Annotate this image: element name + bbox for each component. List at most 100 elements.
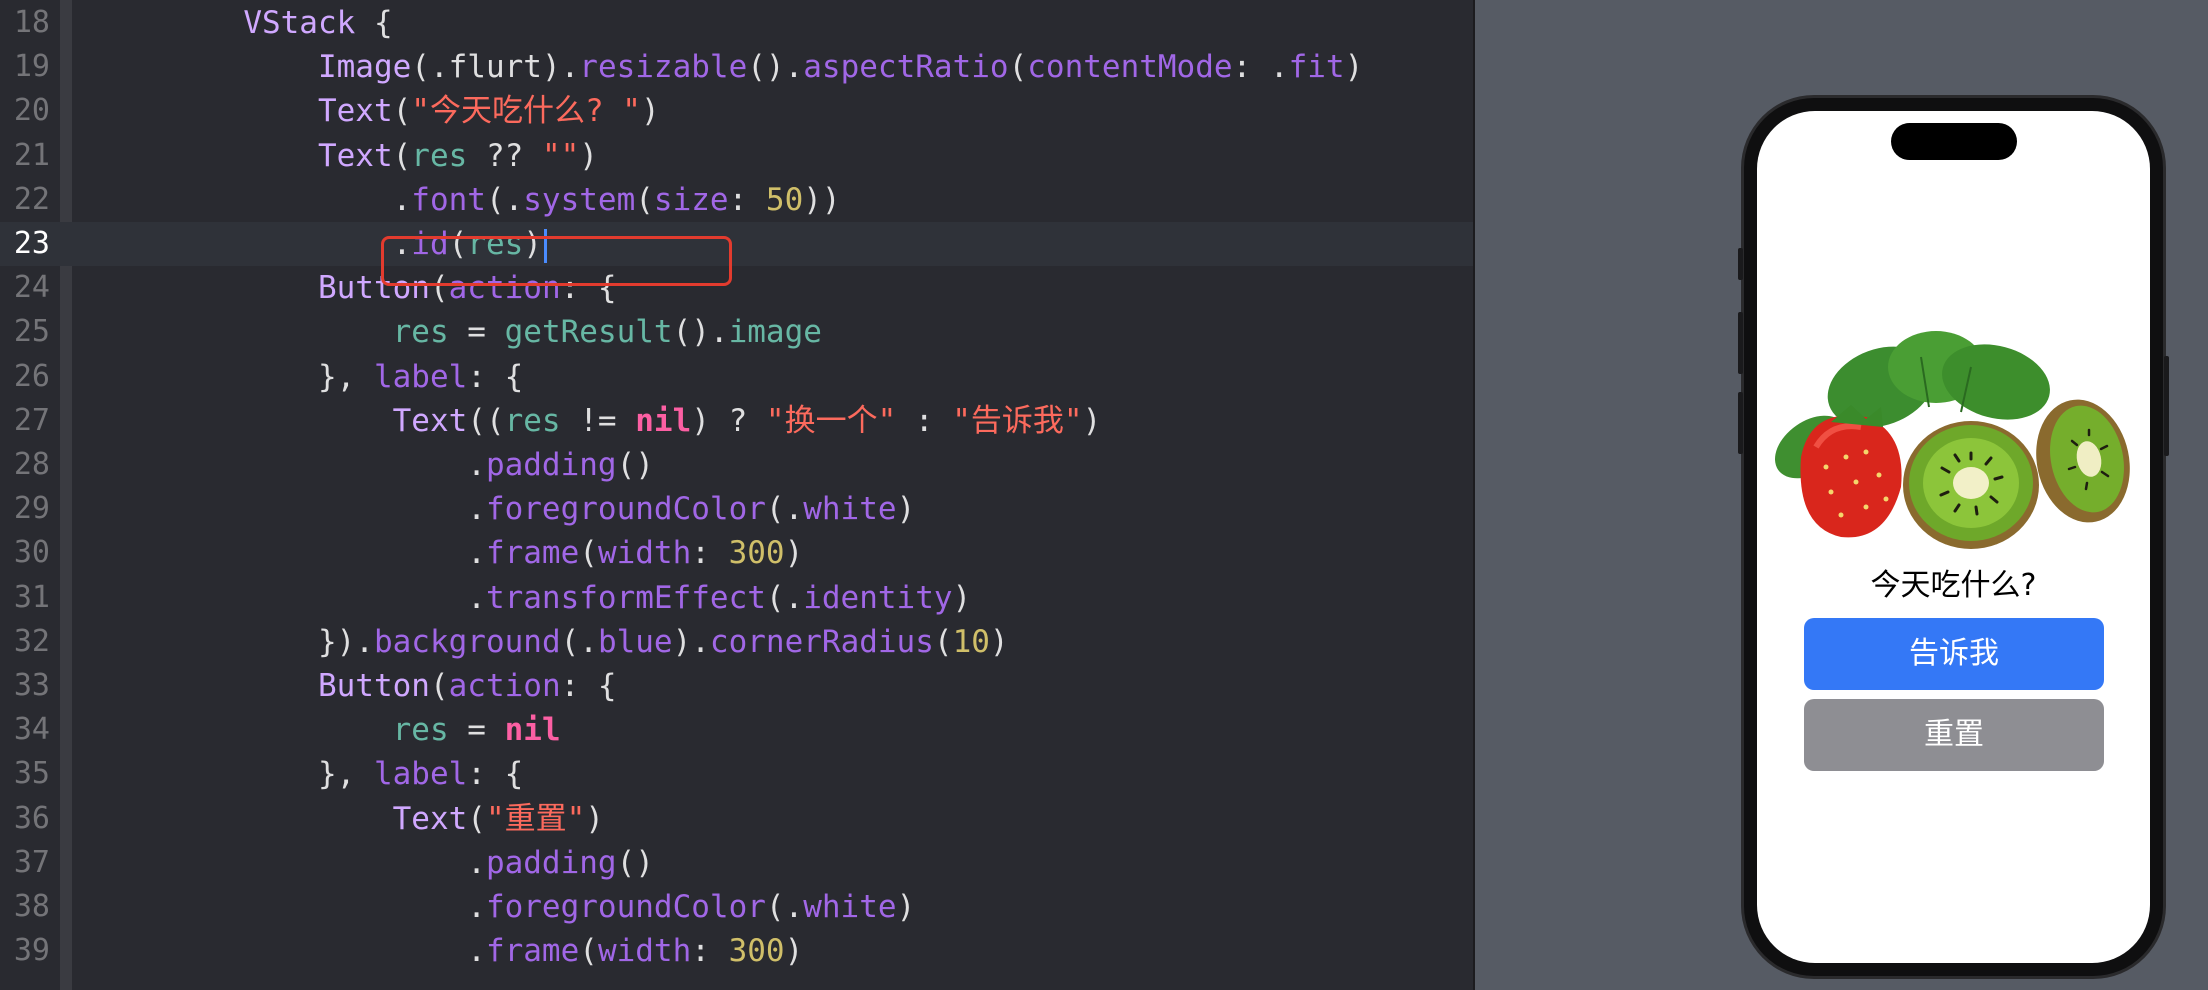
- code-token: ().: [747, 49, 804, 86]
- code-line[interactable]: 22 .font(.system(size: 50)): [0, 178, 1473, 222]
- line-number: 33: [13, 668, 50, 703]
- code-line[interactable]: 39 .frame(width: 300): [0, 929, 1473, 973]
- code-token: (: [392, 137, 412, 174]
- line-number: 24: [13, 270, 50, 306]
- code-line[interactable]: 20 Text("今天吃什么? "): [0, 89, 1473, 133]
- line-number: 36: [13, 800, 50, 836]
- code-text[interactable]: Text((res != nil) ? "换一个" : "告诉我"): [94, 399, 1102, 443]
- code-token: ): [579, 137, 598, 174]
- code-line[interactable]: 26 }, label: {: [0, 355, 1473, 399]
- code-token: font: [411, 181, 486, 218]
- code-text[interactable]: .foregroundColor(.white): [94, 885, 915, 929]
- code-text[interactable]: res = getResult().image: [94, 310, 822, 354]
- code-text[interactable]: Button(action: {: [94, 664, 617, 708]
- code-line[interactable]: 29 .foregroundColor(.white): [0, 487, 1473, 531]
- code-line[interactable]: 18 VStack {: [0, 1, 1473, 45]
- code-token: ): [1344, 49, 1364, 86]
- code-text[interactable]: .padding(): [94, 841, 654, 885]
- code-token: :: [691, 535, 729, 572]
- code-token: resizable: [579, 49, 748, 86]
- code-token: : {: [467, 756, 524, 793]
- code-token: nil: [635, 402, 692, 439]
- iphone-frame: 今天吃什么? 告诉我 重置: [1738, 98, 2169, 976]
- line-number: 20: [13, 93, 50, 129]
- code-line[interactable]: 25 res = getResult().image: [0, 310, 1473, 354]
- code-line[interactable]: 35 }, label: {: [0, 752, 1473, 796]
- code-line[interactable]: 32 }).background(.blue).cornerRadius(10): [0, 620, 1473, 664]
- code-token: Text: [317, 137, 393, 174]
- code-token: ): [784, 535, 804, 572]
- code-token: width: [597, 933, 692, 970]
- code-token: action: [448, 668, 561, 704]
- action-button: [1738, 248, 1743, 280]
- code-line[interactable]: 19 Image(.flurt).resizable().aspectRatio…: [0, 45, 1473, 89]
- code-token: ): [640, 93, 660, 130]
- line-number: 38: [13, 889, 50, 924]
- code-text[interactable]: res = nil: [94, 708, 561, 752]
- code-token: ).: [672, 623, 710, 660]
- code-token: "重置": [485, 800, 586, 837]
- code-line[interactable]: 23 .id(res): [0, 222, 1473, 266]
- line-number: 18: [13, 5, 50, 40]
- code-editor[interactable]: 18 VStack {19 Image(.flurt).resizable().…: [0, 0, 1473, 990]
- code-line[interactable]: 38 .foregroundColor(.white): [0, 885, 1473, 929]
- code-token: width: [597, 535, 692, 572]
- line-number: 27: [13, 402, 50, 438]
- code-text[interactable]: .font(.system(size: 50)): [94, 178, 841, 222]
- code-token: getResult: [504, 314, 673, 351]
- code-line[interactable]: 21 Text(res ?? ""): [0, 134, 1473, 178]
- code-line[interactable]: 34 res = nil: [0, 708, 1473, 752]
- code-text[interactable]: Text("重置"): [94, 797, 604, 841]
- code-line[interactable]: 37 .padding(): [0, 841, 1473, 885]
- reset-button[interactable]: 重置: [1804, 699, 2104, 771]
- code-token: padding: [485, 447, 617, 483]
- code-line[interactable]: 33 Button(action: {: [0, 664, 1473, 708]
- code-token: .: [94, 181, 412, 218]
- code-line[interactable]: 31 .transformEffect(.identity): [0, 576, 1473, 620]
- code-token: (: [1008, 49, 1028, 86]
- code-text[interactable]: .transformEffect(.identity): [94, 576, 971, 620]
- code-token: ((: [467, 402, 505, 439]
- code-text[interactable]: .foregroundColor(.white): [94, 487, 915, 531]
- code-text[interactable]: Text("今天吃什么? "): [94, 89, 660, 133]
- code-token: foregroundColor: [485, 491, 766, 528]
- code-text[interactable]: .padding(): [94, 443, 654, 487]
- code-text[interactable]: VStack {: [94, 1, 392, 45]
- code-token: "换一个": [765, 402, 897, 439]
- code-text[interactable]: }, label: {: [94, 355, 523, 399]
- code-token: :: [691, 933, 729, 970]
- code-token: blue: [597, 623, 673, 660]
- code-line[interactable]: 30 .frame(width: 300): [0, 531, 1473, 575]
- code-text[interactable]: }, label: {: [94, 752, 523, 796]
- code-token: (.: [560, 623, 598, 660]
- code-token: },: [94, 756, 374, 793]
- annotation-box: [381, 236, 732, 286]
- line-number: 30: [13, 535, 50, 571]
- code-token: .: [94, 844, 486, 881]
- code-token: )): [803, 181, 841, 218]
- code-text[interactable]: }).background(.blue).cornerRadius(10): [94, 620, 1009, 664]
- code-token: .: [94, 535, 486, 572]
- code-line[interactable]: 28 .padding(): [0, 443, 1473, 487]
- code-text[interactable]: .frame(width: 300): [94, 531, 803, 575]
- code-text[interactable]: Image(.flurt).resizable().aspectRatio(co…: [94, 45, 1363, 89]
- fruit-image: [1774, 331, 2130, 549]
- code-token: (: [579, 933, 598, 970]
- code-line[interactable]: 36 Text("重置"): [0, 797, 1473, 841]
- code-token: ): [989, 623, 1009, 660]
- tell-me-button[interactable]: 告诉我: [1804, 618, 2104, 690]
- code-text[interactable]: Text(res ?? ""): [94, 134, 598, 178]
- code-token: ): [952, 579, 972, 616]
- code-token: VStack: [243, 5, 356, 41]
- code-token: ().: [672, 314, 729, 351]
- question-text: 今天吃什么?: [1870, 568, 2037, 603]
- line-number: 26: [13, 358, 50, 394]
- code-text[interactable]: .frame(width: 300): [94, 929, 803, 973]
- code-line[interactable]: 24 Button(action: {: [0, 266, 1473, 310]
- code-token: },: [94, 358, 374, 395]
- code-token: ??: [467, 137, 542, 174]
- code-token: !=: [560, 402, 636, 439]
- code-token: system: [523, 181, 636, 218]
- code-line[interactable]: 27 Text((res != nil) ? "换一个" : "告诉我"): [0, 399, 1473, 443]
- code-token: (.: [485, 181, 524, 218]
